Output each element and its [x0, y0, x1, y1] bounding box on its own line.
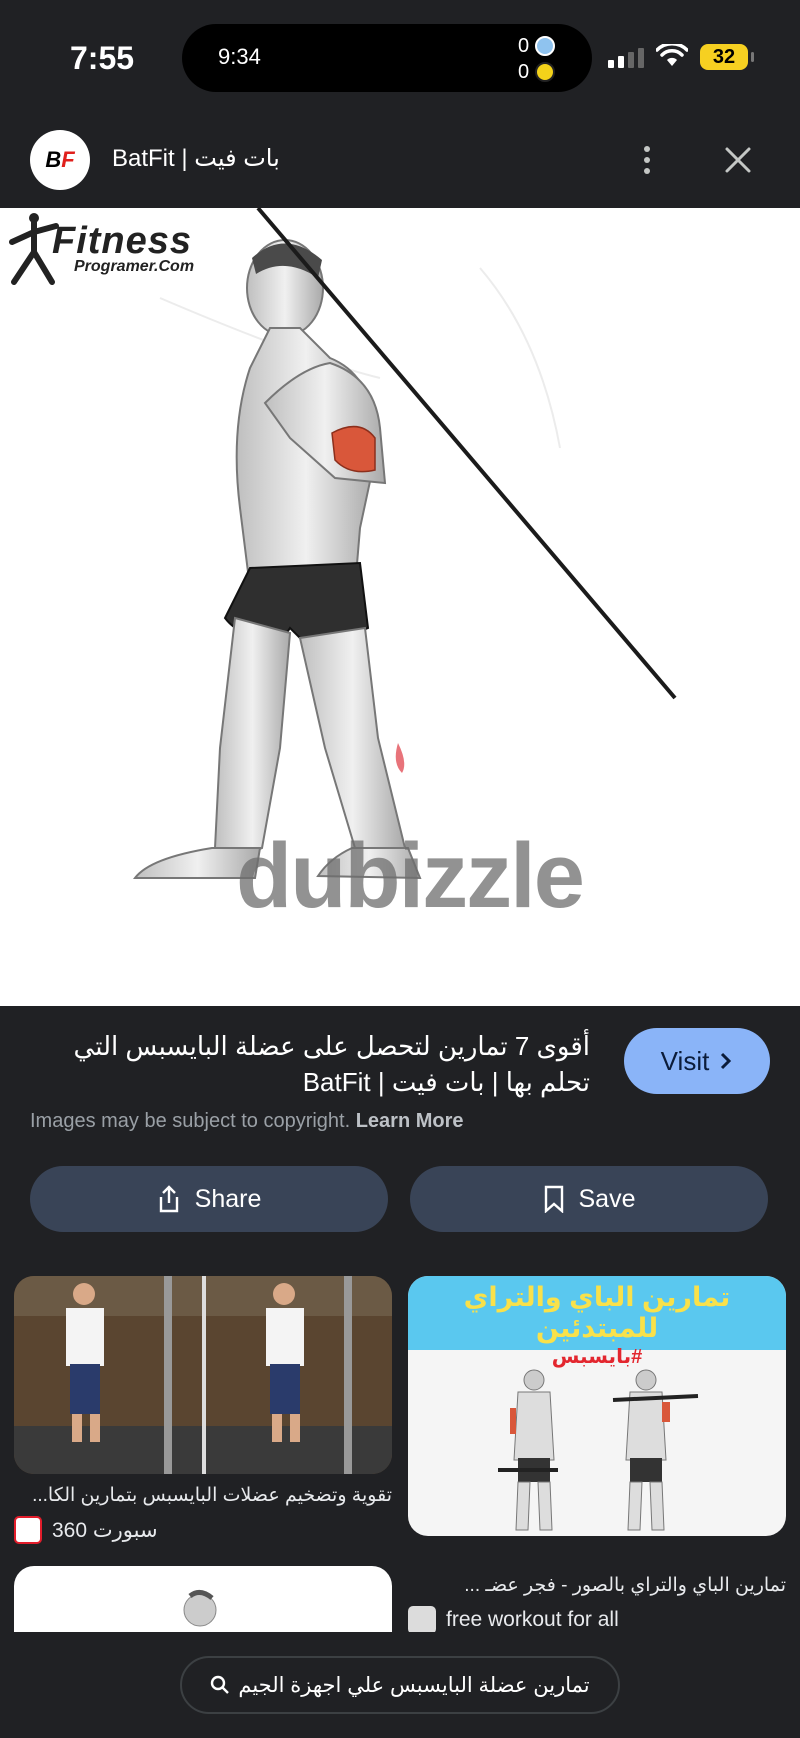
- share-button[interactable]: Share: [30, 1166, 388, 1232]
- related-image-1[interactable]: [14, 1276, 392, 1474]
- sport360-icon: [14, 1516, 42, 1544]
- related-caption-2[interactable]: تمارين الباي والتراي بالصور - فجر عضـ ..…: [408, 1574, 786, 1597]
- status-time: 7:55: [70, 40, 135, 76]
- free-workout-icon: [408, 1606, 436, 1634]
- battery-icon: 32: [700, 44, 754, 70]
- result-title[interactable]: أقوى 7 تمارين لتحصل على عضلة البايسبس ال…: [30, 1028, 590, 1100]
- search-icon: [211, 1675, 230, 1694]
- main-image[interactable]: Fitness Programer.Com dubizzle: [0, 208, 800, 1006]
- save-button[interactable]: Save: [410, 1166, 768, 1232]
- chevron-right-icon: [721, 1052, 732, 1070]
- banner: تمارين الباي والتراي للمبتدئين #بايسبس: [408, 1276, 786, 1368]
- live-score: 0 0: [518, 33, 566, 85]
- site-logo[interactable]: BF: [30, 130, 90, 190]
- gym-photo: [14, 1276, 392, 1474]
- away-score: 0: [518, 60, 530, 83]
- team-crest-icon: [535, 36, 556, 56]
- related-source-2[interactable]: free workout for all: [408, 1606, 619, 1634]
- result-header: BF BatFit | بات فيت: [0, 112, 800, 208]
- bookmark-icon: [544, 1185, 563, 1213]
- home-score: 0: [518, 34, 530, 57]
- search-suggestion[interactable]: تمارين عضلة البايسبس علي اجهزة الجيم: [180, 1656, 620, 1714]
- more-options-icon[interactable]: [632, 138, 662, 182]
- banner-title: تمارين الباي والتراي للمبتدئين: [463, 1282, 731, 1343]
- related-caption-1[interactable]: تقوية وتضخيم عضلات البايسبس بتمارين الكا…: [14, 1484, 392, 1507]
- share-icon: [159, 1185, 178, 1213]
- biceps-illustration: [498, 1369, 699, 1531]
- bottom-bar: تمارين عضلة البايسبس علي اجهزة الجيم: [0, 1632, 800, 1738]
- dynamic-island[interactable]: 9:34 0 0: [182, 24, 592, 92]
- close-icon[interactable]: [718, 140, 758, 180]
- copyright-notice: Images may be subject to copyright. Lear…: [30, 1110, 464, 1132]
- visit-button[interactable]: Visit: [624, 1028, 770, 1094]
- related-source-1[interactable]: سبورت 360: [14, 1516, 158, 1544]
- status-bar: 7:55 9:34 0 0 32: [0, 0, 800, 112]
- team-crest-icon: [535, 62, 556, 82]
- related-image-2[interactable]: تمارين الباي والتراي للمبتدئين #بايسبس: [408, 1276, 786, 1536]
- site-name[interactable]: BatFit | بات فيت: [112, 144, 280, 173]
- live-activity-time: 9:34: [218, 44, 261, 69]
- learn-more-link[interactable]: Learn More: [356, 1110, 464, 1132]
- watermark-dubizzle: dubizzle: [236, 825, 585, 927]
- cellular-signal-icon: [608, 48, 644, 68]
- wifi-icon: [656, 44, 688, 66]
